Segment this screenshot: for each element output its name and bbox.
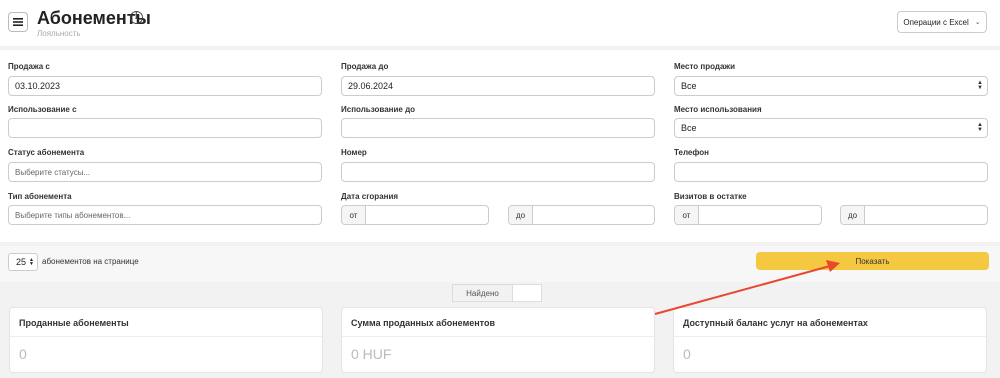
page-header: Абонементы i Лояльность Операции с Excel… bbox=[0, 0, 1000, 46]
card-divider bbox=[342, 336, 654, 337]
visits-from-prefix: от bbox=[675, 206, 699, 224]
card-value: 0 bbox=[19, 346, 27, 362]
card-title: Проданные абонементы bbox=[19, 318, 129, 328]
expiry-from-prefix: от bbox=[342, 206, 366, 224]
card-sold-subscriptions: Проданные абонементы 0 bbox=[9, 307, 323, 373]
number-label: Номер bbox=[341, 148, 367, 157]
number-input[interactable] bbox=[341, 162, 655, 182]
chevron-down-icon: ⌄ bbox=[974, 19, 981, 26]
card-value: 0 bbox=[683, 346, 691, 362]
card-value: 0 HUF bbox=[351, 346, 392, 362]
sale-to-label: Продажа до bbox=[341, 62, 389, 71]
sale-place-label: Место продажи bbox=[674, 62, 735, 71]
info-icon[interactable]: i bbox=[130, 11, 143, 24]
breadcrumb: Лояльность bbox=[37, 29, 81, 38]
type-label: Тип абонемента bbox=[8, 192, 72, 201]
expiry-to-prefix: до bbox=[509, 206, 533, 224]
per-page-value: 25 bbox=[16, 257, 27, 267]
use-place-select[interactable]: Все ▲ ▼ bbox=[674, 118, 988, 138]
expiry-to-input[interactable]: до bbox=[508, 205, 655, 225]
card-sold-sum: Сумма проданных абонементов 0 HUF bbox=[341, 307, 655, 373]
select-arrows-icon: ▲ ▼ bbox=[29, 257, 34, 267]
excel-operations-button[interactable]: Операции с Excel ⌄ bbox=[897, 11, 987, 33]
visits-to-input[interactable]: до bbox=[840, 205, 988, 225]
use-to-input[interactable] bbox=[341, 118, 655, 138]
select-arrows-icon: ▲ ▼ bbox=[977, 122, 983, 133]
per-page-label: абонементов на странице bbox=[42, 257, 139, 266]
card-divider bbox=[674, 336, 986, 337]
sale-place-select[interactable]: Все ▲ ▼ bbox=[674, 76, 988, 96]
sale-place-value: Все bbox=[681, 81, 697, 91]
phone-label: Телефон bbox=[674, 148, 709, 157]
card-title: Сумма проданных абонементов bbox=[351, 318, 495, 328]
use-from-label: Использование с bbox=[8, 105, 77, 114]
filters-panel: Продажа с 03.10.2023 Продажа до 29.06.20… bbox=[0, 50, 1000, 242]
use-from-input[interactable] bbox=[8, 118, 322, 138]
visits-to-prefix: до bbox=[841, 206, 865, 224]
excel-operations-label: Операции с Excel bbox=[903, 17, 969, 27]
type-multiselect[interactable]: Выберите типы абонементов... bbox=[8, 205, 322, 225]
pager-bar: 25 ▲ ▼ абонементов на странице Показать bbox=[0, 246, 1000, 282]
card-divider bbox=[10, 336, 322, 337]
expiry-label: Дата сгорания bbox=[341, 192, 399, 201]
status-label: Статус абонемента bbox=[8, 148, 85, 157]
visits-from-input[interactable]: от bbox=[674, 205, 822, 225]
hamburger-icon bbox=[13, 18, 23, 26]
status-multiselect[interactable]: Выберите статусы... bbox=[8, 162, 322, 182]
phone-input[interactable] bbox=[674, 162, 988, 182]
use-to-label: Использование до bbox=[341, 105, 416, 114]
use-place-value: Все bbox=[681, 123, 697, 133]
card-title: Доступный баланс услуг на абонементах bbox=[683, 318, 868, 328]
visits-left-label: Визитов в остатке bbox=[674, 192, 747, 201]
found-label: Найдено bbox=[452, 284, 512, 302]
card-available-balance: Доступный баланс услуг на абонементах 0 bbox=[673, 307, 987, 373]
sale-to-input[interactable]: 29.06.2024 bbox=[341, 76, 655, 96]
menu-button[interactable] bbox=[8, 12, 28, 32]
show-button[interactable]: Показать bbox=[756, 252, 989, 270]
select-arrows-icon: ▲ ▼ bbox=[977, 80, 983, 91]
per-page-select[interactable]: 25 ▲ ▼ bbox=[8, 253, 38, 271]
expiry-from-input[interactable]: от bbox=[341, 205, 489, 225]
sale-from-input[interactable]: 03.10.2023 bbox=[8, 76, 322, 96]
sale-from-label: Продажа с bbox=[8, 62, 50, 71]
use-place-label: Место использования bbox=[674, 105, 762, 114]
found-count bbox=[512, 284, 542, 302]
